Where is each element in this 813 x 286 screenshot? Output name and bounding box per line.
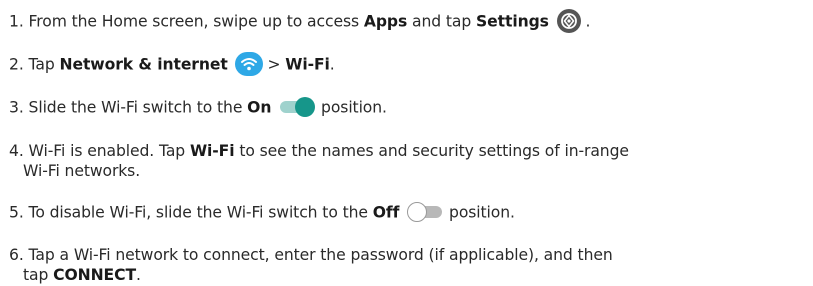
- step-4: 4. Wi-Fi is enabled. Tap Wi-Fi to see th…: [9, 141, 809, 181]
- step-text: .: [329, 55, 335, 74]
- connect-label: CONNECT: [53, 266, 136, 284]
- step-number: 5.: [9, 203, 24, 222]
- step-text: Wi-Fi is enabled. Tap: [28, 142, 190, 160]
- step-text: >: [262, 55, 286, 74]
- toggle-off-icon: [406, 201, 444, 223]
- step-text: position.: [316, 98, 387, 117]
- step-text: From the Home screen, swipe up to access: [28, 12, 364, 31]
- step-6: 6. Tap a Wi-Fi network to connect, enter…: [9, 245, 809, 285]
- settings-label: Settings: [476, 12, 549, 31]
- step-text: Tap a Wi-Fi network to connect, enter th…: [28, 246, 613, 264]
- step-number: 3.: [9, 98, 24, 117]
- step-number: 4.: [9, 142, 24, 160]
- step-5: 5. To disable Wi-Fi, slide the Wi-Fi swi…: [9, 202, 515, 224]
- step-text: To disable Wi-Fi, slide the Wi-Fi switch…: [28, 203, 373, 222]
- instruction-list: 1. From the Home screen, swipe up to acc…: [0, 0, 813, 286]
- toggle-on-icon: [278, 96, 316, 118]
- step-number: 6.: [9, 246, 24, 264]
- step-2: 2. Tap Network & internet > Wi-Fi.: [9, 52, 335, 77]
- step-text: Tap: [28, 55, 60, 74]
- network-internet-label: Network & internet: [59, 55, 228, 74]
- step-text: .: [135, 266, 141, 284]
- step-text: Slide the Wi-Fi switch to the: [28, 98, 248, 117]
- step-text: tap: [23, 266, 54, 284]
- wifi-label: Wi-Fi: [285, 55, 330, 74]
- off-label: Off: [372, 203, 400, 222]
- step-number: 1.: [9, 12, 24, 31]
- on-label: On: [247, 98, 272, 117]
- step-text: Wi-Fi networks.: [23, 162, 141, 180]
- settings-gear-icon: [556, 9, 581, 33]
- apps-label: Apps: [363, 12, 408, 31]
- step-text: .: [580, 12, 591, 31]
- wifi-label: Wi-Fi: [189, 142, 235, 160]
- step-text: position.: [444, 203, 515, 222]
- step-1: 1. From the Home screen, swipe up to acc…: [9, 9, 591, 34]
- step-number: 2.: [9, 55, 24, 74]
- wifi-icon: [234, 52, 263, 76]
- step-text: and tap: [407, 12, 477, 31]
- step-continuation: tap CONNECT.: [9, 265, 809, 285]
- step-text: to see the names and security settings o…: [234, 142, 629, 160]
- step-3: 3. Slide the Wi-Fi switch to the On posi…: [9, 97, 387, 119]
